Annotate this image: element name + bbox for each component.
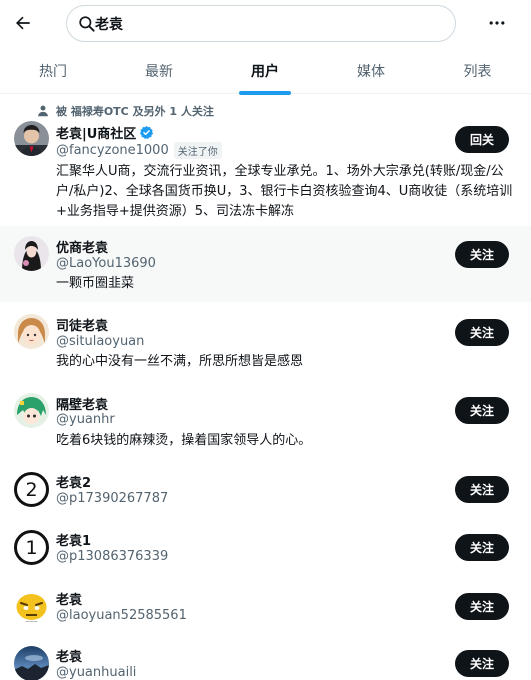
display-name[interactable]: 优商老袁 bbox=[56, 237, 108, 256]
avatar-numeral: 2 bbox=[25, 478, 38, 501]
svg-text:———: ——— bbox=[26, 619, 38, 624]
user-cell[interactable]: 1 老袁1 @p13086376339 关注 bbox=[0, 520, 531, 578]
display-name[interactable]: 老袁|U商社区 bbox=[56, 123, 154, 142]
tab-top[interactable]: 热门 bbox=[0, 48, 106, 94]
display-name-text: 优商老袁 bbox=[56, 241, 109, 256]
user-handle: @yuanhuaili bbox=[56, 665, 136, 680]
more-button[interactable] bbox=[484, 10, 510, 36]
follow-button[interactable]: 关注 bbox=[455, 650, 509, 677]
user-cell[interactable]: 2 老袁2 @p17390267787 关注 bbox=[0, 460, 531, 520]
person-icon bbox=[38, 105, 48, 117]
user-cell[interactable]: 隔壁老袁 @yuanhr 吃着6块钱的麻辣烫，操着国家领导人的心。 关注 bbox=[0, 380, 531, 460]
search-box[interactable] bbox=[66, 5, 456, 42]
avatar[interactable] bbox=[14, 121, 49, 156]
handle-text: @yuanhuaili bbox=[56, 665, 137, 680]
user-cell[interactable]: 优商老袁 @LaoYou13690 一颗币圈韭菜 关注 bbox=[0, 226, 531, 302]
display-name-text: 老袁2 bbox=[56, 476, 92, 491]
tab-label: 列表 bbox=[463, 64, 492, 80]
display-name[interactable]: 司徒老袁 bbox=[56, 315, 108, 334]
handle-text: @p17390267787 bbox=[56, 491, 169, 506]
handle-text: @laoyuan52585561 bbox=[56, 608, 187, 623]
user-handle: @fancyzone1000 关注了你 bbox=[56, 142, 222, 159]
user-cell[interactable]: 司徒老袁 @situlaoyuan 我的心中没有一丝不满，所思所想皆是感恩 关注 bbox=[0, 302, 531, 380]
handle-text: @fancyzone1000 bbox=[56, 143, 169, 158]
display-name-text: 隔壁老袁 bbox=[56, 398, 109, 413]
follow-button[interactable]: 关注 bbox=[455, 534, 509, 561]
user-bio: 吃着6块钱的麻辣烫，操着国家领导人的心。 bbox=[56, 433, 312, 448]
follows-you-badge: 关注了你 bbox=[173, 142, 222, 159]
user-cell[interactable]: ——— 老袁 @laoyuan52585561 关注 bbox=[0, 578, 531, 638]
avatar[interactable] bbox=[14, 393, 49, 428]
more-horizontal-icon bbox=[489, 21, 505, 25]
avatar[interactable]: 1 bbox=[14, 530, 49, 565]
follow-button[interactable]: 关注 bbox=[455, 397, 509, 424]
tab-label: 媒体 bbox=[357, 64, 385, 80]
search-icon bbox=[79, 16, 95, 32]
search-tabs: 热门 最新 用户 媒体 列表 bbox=[0, 48, 531, 95]
display-name-text: 司徒老袁 bbox=[56, 319, 109, 334]
active-tab-indicator bbox=[239, 91, 291, 95]
follow-button[interactable]: 关注 bbox=[455, 241, 509, 268]
user-bio: 我的心中没有一丝不满，所思所想皆是感恩 bbox=[56, 354, 304, 369]
avatar[interactable]: ——— bbox=[14, 589, 49, 624]
display-name-text: 老袁|U商社区 bbox=[56, 127, 137, 142]
display-name[interactable]: 老袁 bbox=[56, 589, 82, 608]
verified-badge-icon bbox=[140, 125, 154, 139]
follow-back-button[interactable]: 回关 bbox=[455, 126, 509, 153]
follow-button[interactable]: 关注 bbox=[455, 319, 509, 346]
display-name-text: 老袁 bbox=[56, 593, 83, 608]
display-name[interactable]: 老袁2 bbox=[56, 472, 91, 491]
display-name[interactable]: 老袁1 bbox=[56, 530, 91, 549]
tab-label: 用户 bbox=[251, 64, 279, 80]
avatar[interactable] bbox=[14, 314, 49, 349]
user-handle: @yuanhr bbox=[56, 412, 115, 427]
handle-text: @situlaoyuan bbox=[56, 334, 145, 349]
tab-lists[interactable]: 列表 bbox=[424, 48, 531, 94]
social-context: 被 福禄寿OTC 及另外 1 人关注 bbox=[36, 102, 214, 120]
user-bio: 汇聚华人U商，交流行业资讯，全球专业承兑。1、场外大宗承兑(转账/现金/公户/私… bbox=[56, 164, 513, 219]
user-handle: @laoyuan52585561 bbox=[56, 608, 187, 623]
search-input[interactable] bbox=[95, 6, 435, 41]
avatar[interactable] bbox=[14, 646, 49, 680]
user-bio: 一颗币圈韭菜 bbox=[56, 276, 135, 291]
avatar-numeral: 1 bbox=[25, 536, 38, 559]
top-bar bbox=[0, 0, 531, 48]
user-handle: @p13086376339 bbox=[56, 549, 168, 564]
avatar[interactable]: 2 bbox=[14, 472, 49, 507]
handle-text: @LaoYou13690 bbox=[56, 256, 156, 271]
display-name[interactable]: 老袁 bbox=[56, 646, 82, 665]
handle-text: @p13086376339 bbox=[56, 549, 169, 564]
tab-label: 最新 bbox=[145, 64, 173, 80]
tab-media[interactable]: 媒体 bbox=[318, 48, 424, 94]
handle-text: @yuanhr bbox=[56, 412, 115, 427]
display-name-text: 老袁1 bbox=[56, 534, 92, 549]
user-handle: @situlaoyuan bbox=[56, 334, 144, 349]
tab-people[interactable]: 用户 bbox=[212, 48, 318, 95]
back-button[interactable] bbox=[10, 10, 36, 36]
user-cell[interactable]: 被 福禄寿OTC 及另外 1 人关注 老袁|U商社区 @fancyzone100… bbox=[0, 96, 531, 226]
user-handle: @p17390267787 bbox=[56, 491, 168, 506]
display-name-text: 老袁 bbox=[56, 650, 83, 665]
follow-button[interactable]: 关注 bbox=[455, 593, 509, 620]
user-cell[interactable]: 老袁 @yuanhuaili 关注 bbox=[0, 638, 531, 680]
tab-latest[interactable]: 最新 bbox=[106, 48, 212, 94]
arrow-left-icon bbox=[16, 16, 30, 30]
follow-button[interactable]: 关注 bbox=[455, 476, 509, 503]
tab-label: 热门 bbox=[39, 64, 67, 80]
display-name[interactable]: 隔壁老袁 bbox=[56, 394, 108, 413]
social-context-text: 被 福禄寿OTC 及另外 1 人关注 bbox=[56, 105, 214, 118]
user-handle: @LaoYou13690 bbox=[56, 256, 156, 271]
avatar[interactable] bbox=[14, 236, 49, 271]
